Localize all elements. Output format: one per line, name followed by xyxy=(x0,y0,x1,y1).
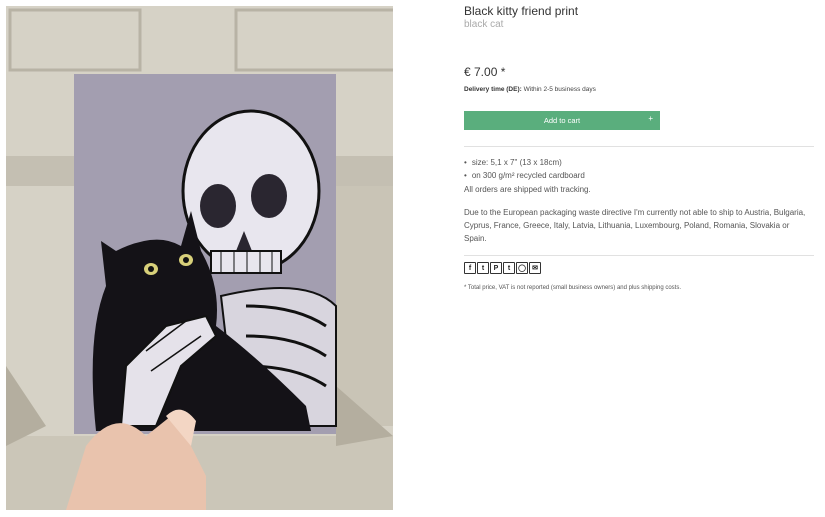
add-to-cart-button[interactable]: Add to cart + xyxy=(464,111,660,130)
delivery-value: Within 2-5 business days xyxy=(523,86,596,93)
product-price: € 7.00 * xyxy=(464,65,506,79)
add-to-cart-label: Add to cart xyxy=(543,116,581,125)
product-photo-illustration xyxy=(6,6,393,510)
divider xyxy=(464,146,814,147)
spec-item: size: 5,1 x 7" (13 x 18cm) xyxy=(464,156,814,169)
share-bar: f t P t ◯ ✉ xyxy=(464,262,814,274)
email-icon[interactable]: ✉ xyxy=(529,262,541,274)
product-title: Black kitty friend print xyxy=(464,4,579,18)
product-specs: size: 5,1 x 7" (13 x 18cm) on 300 g/m² r… xyxy=(464,156,814,182)
price-footnote: * Total price, VAT is not reported (smal… xyxy=(464,285,681,291)
tumblr-icon[interactable]: t xyxy=(503,262,515,274)
facebook-icon[interactable]: f xyxy=(464,262,476,274)
pinterest-icon[interactable]: P xyxy=(490,262,502,274)
product-image[interactable] xyxy=(6,6,393,510)
delivery-time: Delivery time (DE): Within 2-5 business … xyxy=(464,85,814,94)
product-subtitle: black cat xyxy=(464,19,504,30)
whatsapp-icon[interactable]: ◯ xyxy=(516,262,528,274)
delivery-label: Delivery time (DE): xyxy=(464,86,522,93)
spec-item: on 300 g/m² recycled cardboard xyxy=(464,169,814,182)
shipping-note: All orders are shipped with tracking. xyxy=(464,185,591,194)
divider xyxy=(464,255,814,256)
twitter-icon[interactable]: t xyxy=(477,262,489,274)
shipping-restriction: Due to the European packaging waste dire… xyxy=(464,208,806,243)
product-info: Black kitty friend print black cat € 7.0… xyxy=(464,0,814,292)
plus-icon: + xyxy=(648,114,653,123)
